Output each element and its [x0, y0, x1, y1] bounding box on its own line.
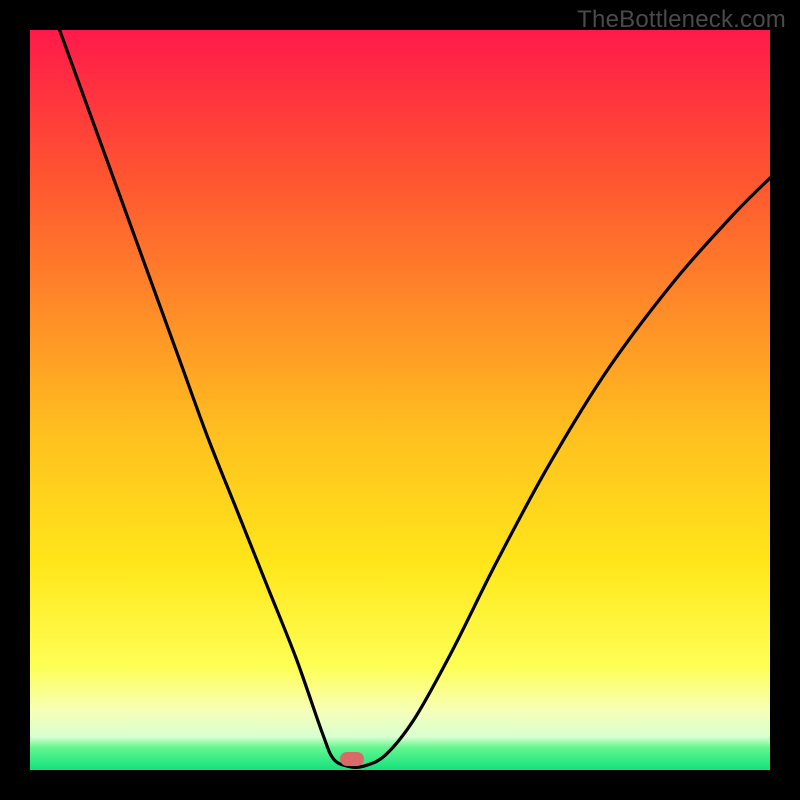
watermark-text: TheBottleneck.com: [577, 6, 786, 34]
optimum-marker: [340, 752, 364, 766]
plot-area: [30, 30, 770, 770]
bottleneck-curve-path: [60, 30, 770, 767]
chart-frame: TheBottleneck.com: [0, 0, 800, 800]
curve-svg: [30, 30, 770, 770]
